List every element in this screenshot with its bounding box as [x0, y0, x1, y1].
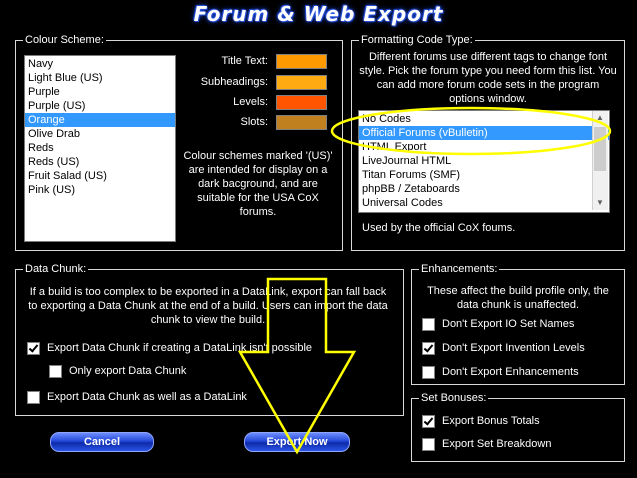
colour-scheme-note: Colour schemes marked '(US)' are intende… [183, 150, 333, 218]
list-item[interactable]: Navy [25, 57, 175, 71]
formatting-note: Used by the official CoX foums. [362, 222, 516, 234]
list-item[interactable]: phpBB / Zetaboards [359, 182, 609, 196]
checkbox[interactable] [27, 390, 40, 404]
enhancements-description: These affect the build profile only, the… [427, 285, 609, 311]
formatting-description: Different forums use different tags to c… [359, 51, 617, 105]
checkbox[interactable] [422, 414, 435, 428]
scroll-up-icon[interactable]: ▲ [593, 111, 607, 125]
colour-swatch[interactable] [276, 75, 327, 90]
checkbox[interactable] [422, 317, 435, 331]
list-item[interactable]: Light Blue (US) [25, 71, 175, 85]
scroll-down-icon[interactable]: ▼ [593, 196, 607, 210]
data-chunk-label: Data Chunk: [23, 263, 89, 276]
checkbox-label: Don't Export IO Set Names [442, 318, 575, 330]
colour-swatch[interactable] [276, 95, 327, 110]
checkbox[interactable] [422, 365, 435, 379]
list-item[interactable]: Titan Forums (SMF) [359, 168, 609, 182]
checkbox[interactable] [422, 437, 435, 451]
checkbox-row[interactable]: Export Data Chunk if creating a DataLink… [27, 341, 312, 355]
list-item[interactable]: Reds [25, 141, 175, 155]
colour-swatch[interactable] [276, 54, 327, 69]
list-item[interactable]: Fruit Salad (US) [25, 169, 175, 183]
checkmark-icon [423, 414, 434, 426]
checkbox-row[interactable]: Export Data Chunk as well as a DataLink [27, 390, 247, 404]
checkmark-icon [423, 341, 434, 353]
data-chunk-description: If a build is too complex to be exported… [28, 286, 388, 326]
export-now-button[interactable]: Export Now [244, 432, 350, 452]
window-title: Forum & Web Export [193, 2, 444, 26]
checkbox[interactable] [422, 341, 435, 355]
swatch-label: Levels: [233, 96, 268, 108]
checkbox-label: Only export Data Chunk [69, 365, 187, 377]
checkbox-row[interactable]: Don't Export IO Set Names [422, 317, 574, 331]
checkbox-label: Export Data Chunk if creating a DataLink… [47, 342, 313, 354]
checkmark-icon [28, 341, 39, 353]
checkbox-row[interactable]: Don't Export Invention Levels [422, 341, 585, 355]
checkbox-label: Export Bonus Totals [442, 415, 540, 427]
list-item[interactable]: Purple (US) [25, 99, 175, 113]
checkbox-label: Export Data Chunk as well as a DataLink [47, 391, 247, 403]
list-item[interactable]: HTML Export [359, 140, 609, 154]
checkbox-row[interactable]: Don't Export Enhancements [422, 365, 579, 379]
list-item[interactable]: No Codes [359, 112, 609, 126]
list-item[interactable]: Olive Drab [25, 127, 175, 141]
list-item[interactable]: Purple [25, 85, 175, 99]
enhancements-label: Enhancements: [419, 263, 500, 276]
cancel-button[interactable]: Cancel [50, 432, 154, 452]
swatch-label: Slots: [240, 116, 268, 128]
colour-scheme-list[interactable]: Navy Light Blue (US) Purple Purple (US) Oran… [24, 55, 176, 242]
list-item[interactable]: LiveJournal HTML [359, 154, 609, 168]
list-item[interactable]: Pink (US) [25, 183, 175, 197]
colour-scheme-label: Colour Scheme: [23, 34, 106, 47]
checkbox-label: Export Set Breakdown [442, 438, 552, 450]
formatting-list[interactable]: No Codes Official Forums (vBulletin) HTML … [358, 110, 610, 213]
formatting-label: Formatting Code Type: [359, 34, 475, 47]
list-item[interactable]: Orange [25, 113, 175, 127]
checkbox-label: Don't Export Enhancements [442, 366, 579, 378]
list-item[interactable]: Universal Codes [359, 196, 609, 210]
list-item[interactable]: Official Forums (vBulletin) [359, 126, 609, 140]
swatch-label: Subheadings: [200, 76, 268, 88]
checkbox-row[interactable]: Export Bonus Totals [422, 414, 540, 428]
set-bonuses-label: Set Bonuses: [419, 392, 489, 405]
checkbox[interactable] [49, 364, 62, 378]
colour-swatch[interactable] [276, 115, 327, 130]
formatting-scrollbar[interactable]: ▲ ▼ [592, 111, 608, 210]
set-bonuses-group: Set Bonuses: [411, 392, 625, 462]
checkbox[interactable] [27, 341, 40, 355]
checkbox-row[interactable]: Export Set Breakdown [422, 437, 551, 451]
checkbox-label: Don't Export Invention Levels [442, 342, 585, 354]
list-item[interactable]: Reds (US) [25, 155, 175, 169]
swatch-label: Title Text: [221, 55, 268, 67]
checkbox-row[interactable]: Only export Data Chunk [49, 364, 186, 378]
scroll-thumb[interactable] [594, 127, 606, 171]
